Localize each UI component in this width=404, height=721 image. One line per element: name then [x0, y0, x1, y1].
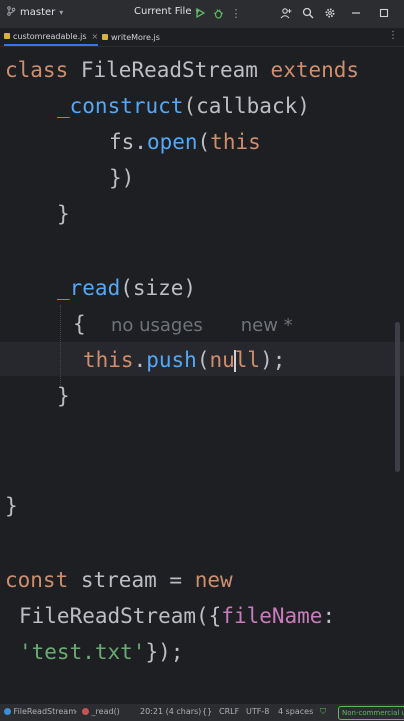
run-configuration-label: Current File	[134, 6, 192, 17]
breadcrumb-class[interactable]: FileReadStream	[4, 707, 76, 716]
settings-icon[interactable]	[322, 5, 338, 21]
vertical-scrollbar[interactable]	[395, 322, 400, 472]
maximize-icon[interactable]	[376, 5, 392, 21]
search-icon[interactable]	[300, 5, 316, 21]
branch-name: master	[20, 7, 56, 18]
code-line: FileReadStream({fileName:	[19, 604, 336, 628]
add-user-icon[interactable]	[278, 5, 294, 21]
method-icon	[82, 708, 89, 715]
code-line: }	[57, 202, 70, 226]
indent-guide	[60, 305, 62, 385]
code-line-current: this.push(null);	[83, 348, 286, 372]
code-line: })	[109, 166, 135, 190]
code-line: }	[57, 384, 70, 408]
more-tabs-icon[interactable]: ⋮	[388, 30, 398, 41]
tab-label: customreadable.js	[13, 31, 87, 41]
run-icon[interactable]	[192, 5, 208, 21]
license-badge[interactable]: Non-commercial use	[338, 706, 404, 720]
inlay-hint-author[interactable]: new *	[241, 315, 293, 336]
git-branch-icon	[6, 6, 16, 19]
chevron-down-icon: ▾	[59, 8, 64, 17]
breadcrumb-method[interactable]: _read()	[82, 707, 120, 716]
close-icon[interactable]: ×	[92, 32, 99, 41]
breadcrumb-separator: ›	[74, 707, 78, 716]
javascript-file-icon	[4, 33, 10, 39]
more-icon[interactable]: ⋮	[228, 5, 244, 21]
tab-customreadable[interactable]: customreadable.js ×	[4, 28, 99, 46]
class-icon	[4, 708, 11, 715]
code-line: _construct(callback)	[57, 94, 310, 118]
code-line: 'test.txt'});	[19, 640, 184, 664]
code-line: }	[5, 494, 18, 518]
code-line: fs.open(this	[109, 130, 261, 154]
title-bar: master ▾ Current File ▾ ⋮	[0, 0, 404, 28]
inlay-hint-usages[interactable]: no usages	[111, 315, 203, 336]
branch-selector[interactable]: master ▾	[6, 6, 63, 19]
code-line: class FileReadStream extends	[5, 58, 360, 82]
tab-writemore[interactable]: writeMore.js	[102, 28, 160, 46]
run-configuration-selector[interactable]: Current File ▾	[134, 6, 200, 17]
javascript-file-icon	[102, 34, 108, 40]
line-ending[interactable]: CRLF	[219, 707, 239, 716]
minimize-icon[interactable]	[348, 5, 364, 21]
cursor-position[interactable]: 20:21 (4 chars)	[140, 707, 201, 716]
code-line: const stream = new	[5, 568, 233, 592]
code-line: _read(size)	[57, 276, 197, 300]
file-encoding[interactable]: UTF-8	[246, 707, 269, 716]
status-bar: FileReadStream › _read() 20:21 (4 chars)…	[0, 703, 404, 721]
license-shield-icon: ⛉	[320, 707, 326, 716]
code-line: { no usages new *	[73, 312, 293, 336]
debug-icon[interactable]	[210, 5, 226, 21]
tab-label: writeMore.js	[111, 32, 160, 42]
editor-tabs: customreadable.js × writeMore.js ⋮	[0, 28, 404, 47]
code-editor[interactable]: class FileReadStream extends _construct(…	[0, 47, 404, 703]
braces-icon[interactable]: {}	[202, 707, 212, 716]
indent-setting[interactable]: 4 spaces	[278, 707, 313, 716]
